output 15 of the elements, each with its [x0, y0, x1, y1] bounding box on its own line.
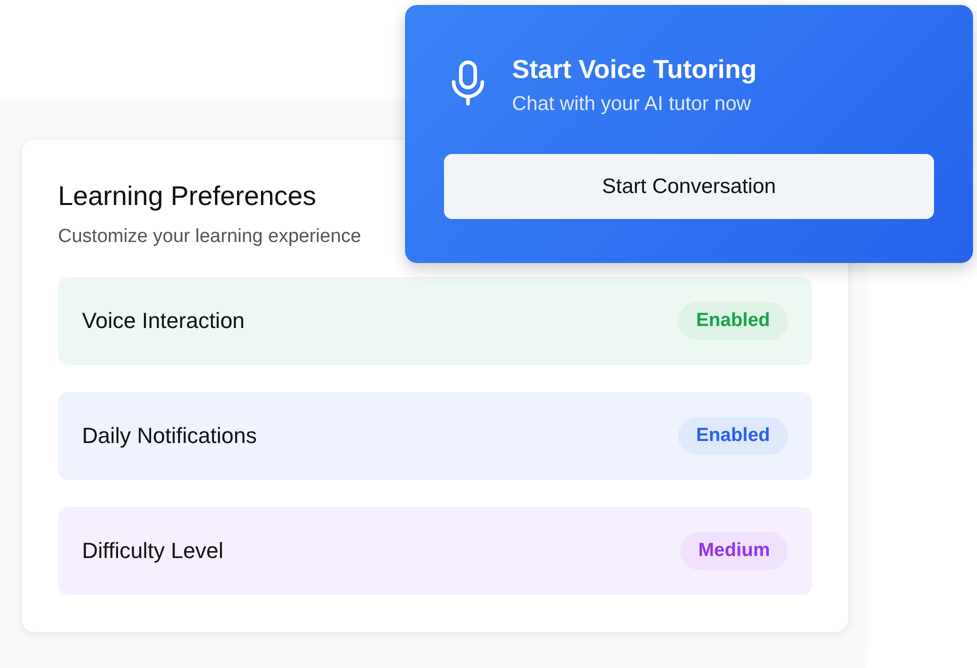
status-badge: Enabled [678, 417, 788, 455]
preference-row[interactable]: Voice Interaction Enabled [58, 277, 812, 365]
preference-label: Daily Notifications [82, 423, 257, 449]
voice-card-title: Start Voice Tutoring [512, 53, 757, 85]
preference-row[interactable]: Daily Notifications Enabled [58, 392, 812, 480]
microphone-icon [450, 59, 486, 107]
start-conversation-button[interactable]: Start Conversation [444, 154, 934, 219]
preference-label: Difficulty Level [82, 538, 224, 564]
card-subtitle: Customize your learning experience [58, 225, 362, 249]
status-badge: Enabled [678, 302, 788, 340]
preference-label: Voice Interaction [82, 308, 245, 334]
preference-row[interactable]: Difficulty Level Medium [58, 507, 812, 595]
voice-card-subtitle: Chat with your AI tutor now [512, 93, 752, 116]
card-title: Learning Preferences [58, 180, 316, 213]
status-badge: Medium [680, 532, 788, 570]
